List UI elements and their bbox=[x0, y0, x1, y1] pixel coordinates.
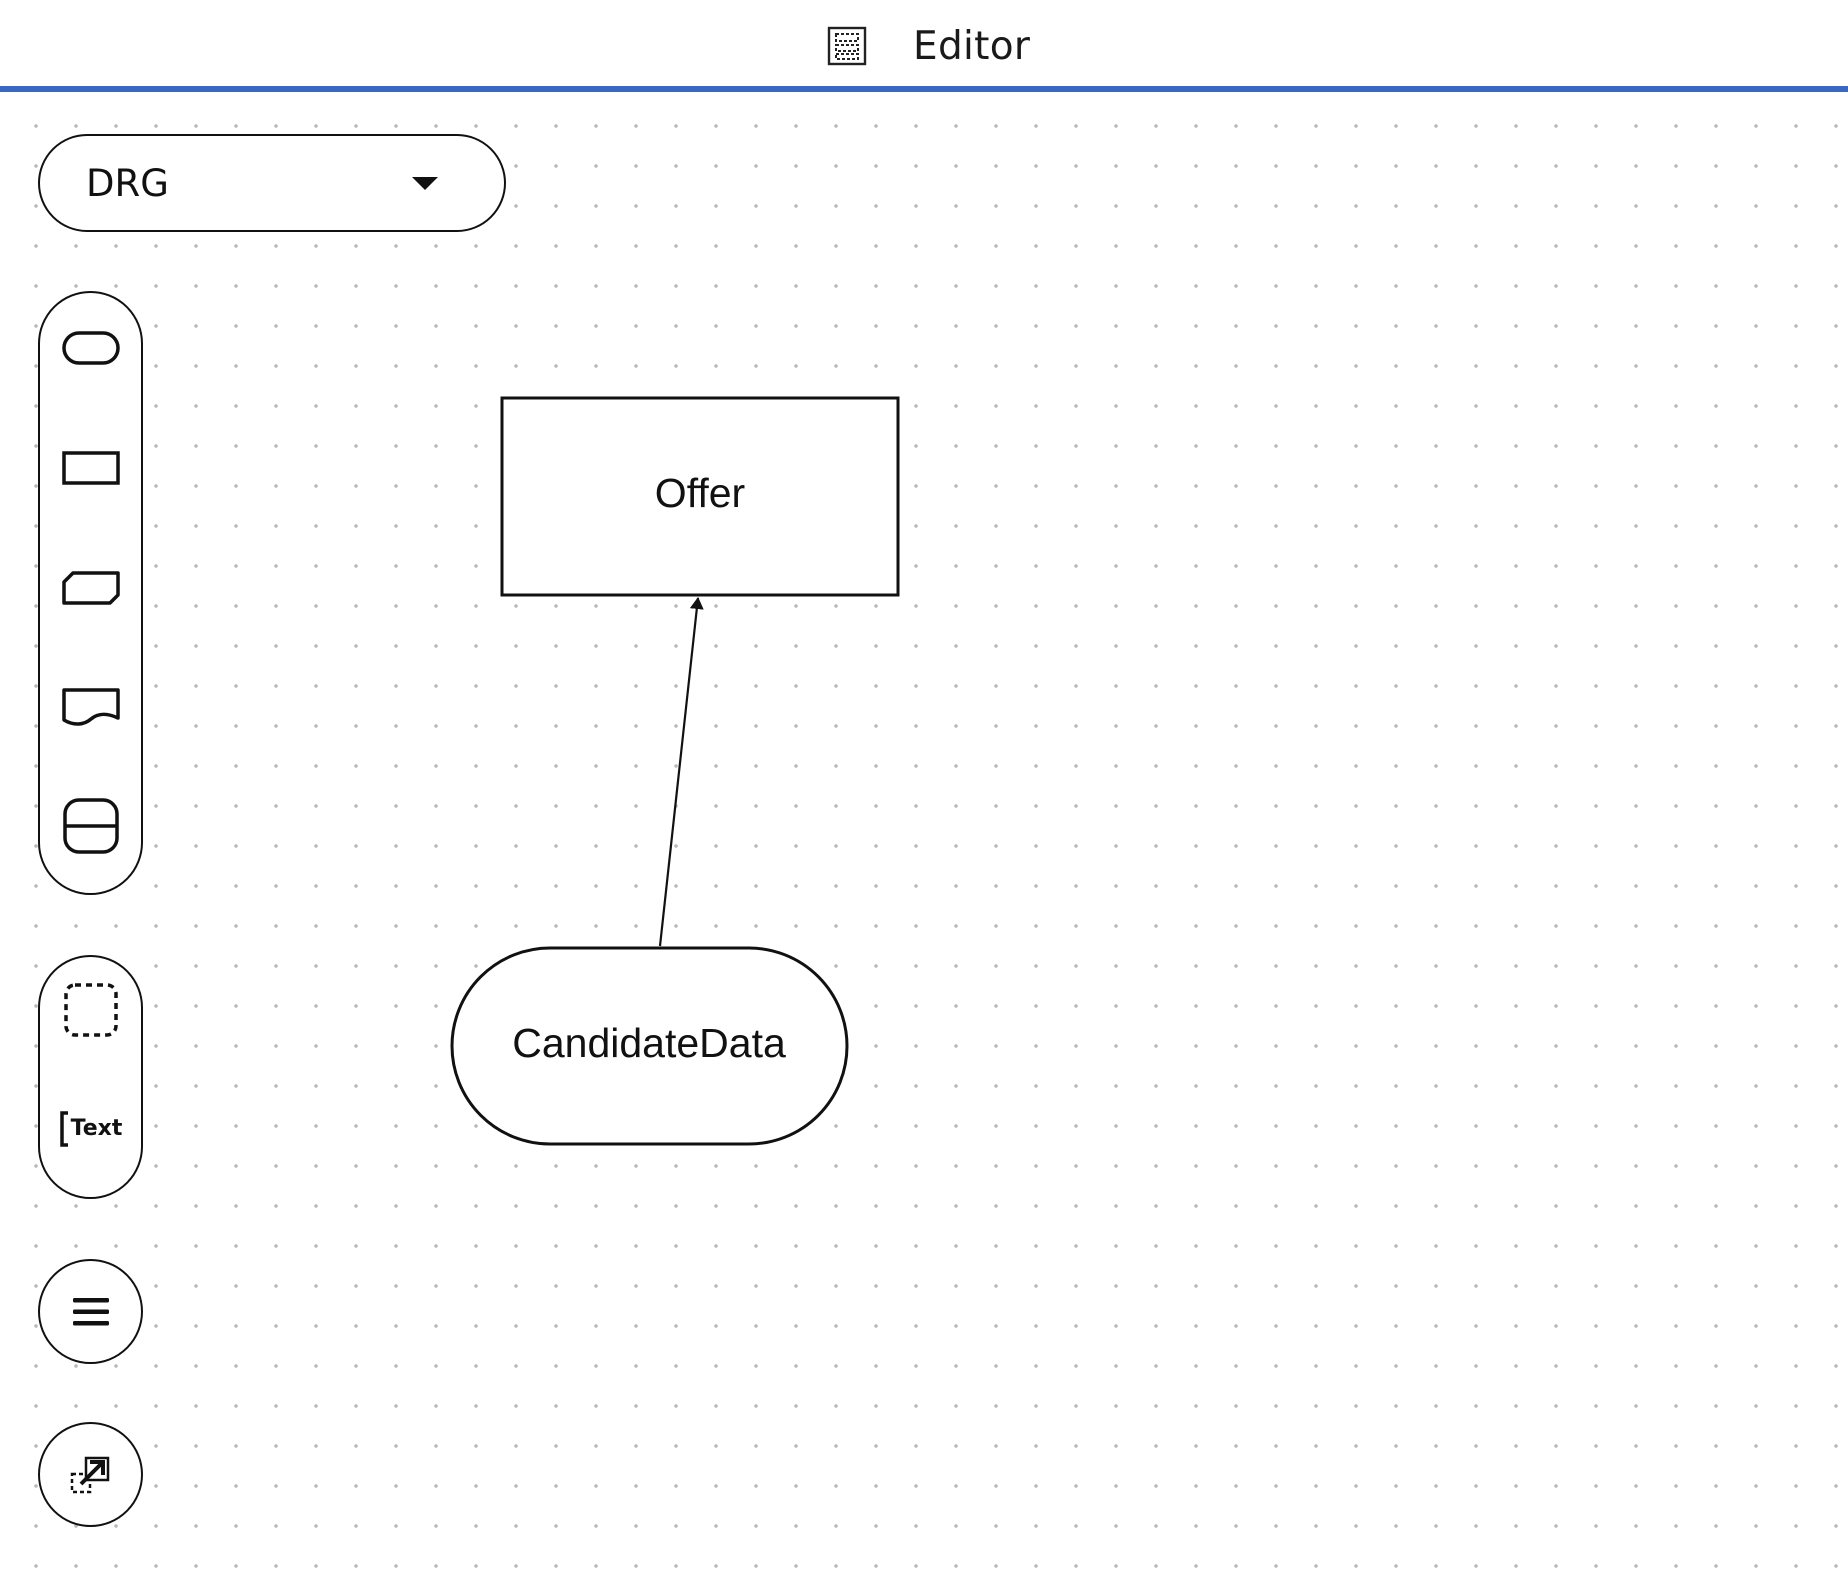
drg-select-value: DRG bbox=[86, 161, 169, 205]
wavy-document-icon bbox=[61, 688, 120, 726]
shape-palette bbox=[38, 291, 143, 895]
hamburger-menu-icon bbox=[72, 1297, 109, 1325]
text-annotation-icon bbox=[59, 1111, 68, 1147]
decision-node-offer[interactable]: Offer bbox=[500, 396, 900, 597]
decision-service-tool[interactable] bbox=[56, 793, 126, 859]
decision-tool[interactable] bbox=[56, 443, 126, 493]
export-button[interactable] bbox=[38, 1422, 143, 1527]
group-tool[interactable] bbox=[56, 977, 126, 1043]
rectangle-icon bbox=[61, 451, 120, 485]
drg-view-select[interactable]: DRG bbox=[38, 134, 506, 232]
input-data-tool[interactable] bbox=[56, 323, 126, 373]
text-annotation-label: Text bbox=[70, 1116, 123, 1141]
input-data-node-candidatedata[interactable]: CandidateData bbox=[450, 946, 849, 1146]
caret-down-icon bbox=[412, 176, 438, 190]
business-knowledge-model-tool[interactable] bbox=[56, 563, 126, 613]
dashed-square-icon bbox=[63, 983, 118, 1037]
input-data-label: CandidateData bbox=[512, 1020, 786, 1066]
cut-corner-rectangle-icon bbox=[61, 571, 120, 605]
diagram-layer: Offer CandidateData bbox=[450, 396, 900, 1146]
menu-button[interactable] bbox=[38, 1259, 143, 1364]
export-arrow-icon bbox=[70, 1456, 109, 1493]
misc-palette: Text bbox=[38, 955, 143, 1199]
text-annotation-tool[interactable]: Text bbox=[56, 1107, 126, 1151]
decision-label: Offer bbox=[655, 470, 745, 516]
information-requirement-edge[interactable] bbox=[658, 597, 704, 947]
rounded-pill-icon bbox=[61, 331, 120, 365]
split-rounded-rectangle-icon bbox=[62, 798, 119, 854]
knowledge-source-tool[interactable] bbox=[56, 683, 126, 733]
